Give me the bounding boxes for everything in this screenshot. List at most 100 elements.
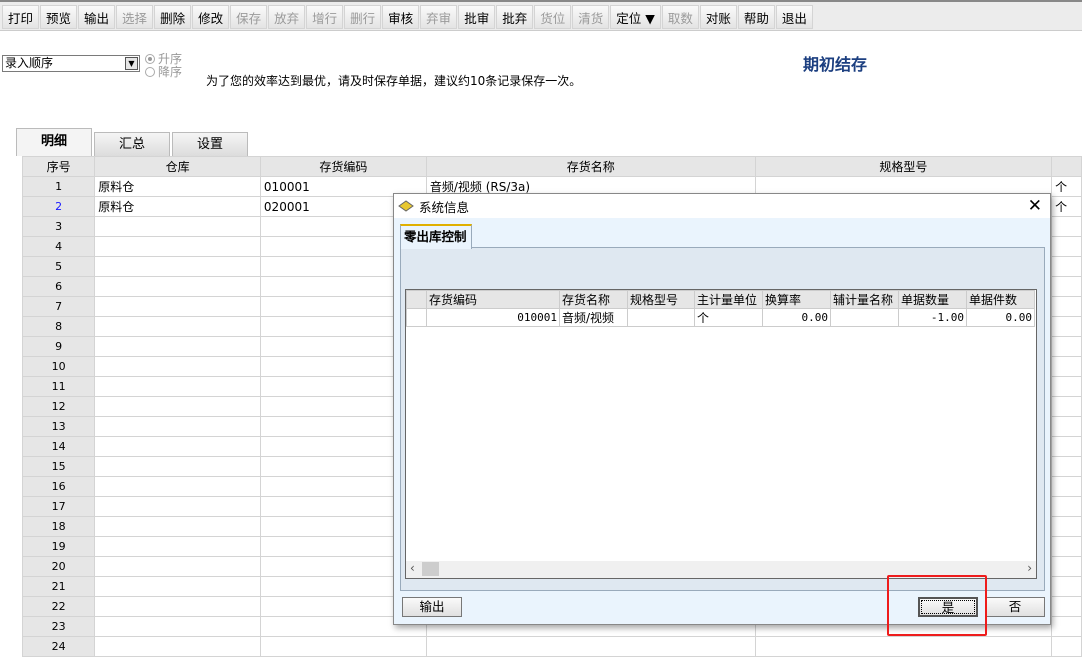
table-row[interactable]: 24 — [21, 636, 1082, 657]
column-header[interactable]: 单据数量 — [898, 290, 967, 309]
table-cell[interactable] — [1051, 256, 1082, 277]
table-cell[interactable] — [94, 536, 261, 557]
table-cell[interactable] — [754, 636, 1053, 657]
toolbar-button[interactable]: 定位 ▼ — [610, 5, 661, 29]
table-cell[interactable] — [94, 376, 261, 397]
table-cell[interactable] — [1051, 336, 1082, 357]
table-cell[interactable] — [94, 216, 261, 237]
table-cell[interactable] — [1051, 416, 1082, 437]
table-cell[interactable] — [94, 476, 261, 497]
table-cell[interactable] — [94, 516, 261, 537]
column-header[interactable]: 存货名称 — [425, 156, 756, 177]
tab-summary[interactable]: 汇总 — [94, 132, 170, 156]
table-cell[interactable] — [1051, 516, 1082, 537]
table-cell[interactable] — [1051, 376, 1082, 397]
table-cell[interactable] — [94, 556, 261, 577]
chevron-left-icon[interactable]: ‹ — [410, 561, 415, 575]
column-header[interactable]: 换算率 — [762, 290, 831, 309]
table-cell[interactable] — [1051, 356, 1082, 377]
table-cell[interactable] — [94, 276, 261, 297]
table-cell[interactable] — [94, 336, 261, 357]
table-cell[interactable] — [94, 356, 261, 377]
table-cell[interactable] — [94, 316, 261, 337]
table-cell[interactable] — [94, 436, 261, 457]
toolbar-button[interactable]: 批审 — [458, 5, 496, 29]
chevron-down-icon[interactable]: ▼ — [125, 57, 138, 70]
no-button[interactable]: 否 — [985, 597, 1045, 617]
toolbar-button[interactable]: 帮助 — [737, 5, 775, 29]
toolbar-button[interactable]: 取数 — [661, 5, 699, 29]
column-header[interactable] — [1051, 156, 1082, 177]
table-cell[interactable]: 原料仓 — [94, 176, 261, 197]
column-header[interactable]: 序号 — [21, 156, 96, 177]
table-cell[interactable] — [259, 636, 427, 657]
table-cell[interactable] — [94, 616, 261, 637]
table-cell[interactable] — [1051, 496, 1082, 517]
table-cell[interactable]: 个 — [1051, 196, 1082, 217]
table-cell[interactable] — [1051, 596, 1082, 617]
table-cell[interactable] — [94, 396, 261, 417]
column-header[interactable]: 存货编码 — [259, 156, 427, 177]
table-cell[interactable] — [94, 236, 261, 257]
toolbar-button[interactable]: 选择 — [116, 5, 154, 29]
toolbar-button[interactable]: 删除 — [154, 5, 192, 29]
toolbar-button[interactable]: 输出 — [78, 5, 116, 29]
toolbar-button[interactable]: 删行 — [344, 5, 382, 29]
column-header[interactable]: 仓库 — [94, 156, 261, 177]
table-cell[interactable] — [1051, 276, 1082, 297]
table-cell[interactable] — [94, 296, 261, 317]
table-cell[interactable] — [94, 596, 261, 617]
scrollbar-thumb[interactable] — [422, 562, 439, 576]
table-cell[interactable] — [1051, 556, 1082, 577]
toolbar-button[interactable]: 预览 — [40, 5, 78, 29]
toolbar-button[interactable]: 弃审 — [420, 5, 458, 29]
column-header[interactable]: 辅计量名称 — [830, 290, 899, 309]
column-header[interactable]: 规格型号 — [754, 156, 1053, 177]
table-cell[interactable] — [1051, 536, 1082, 557]
tab-settings[interactable]: 设置 — [172, 132, 248, 156]
export-button[interactable]: 输出 — [402, 597, 462, 617]
toolbar-button[interactable]: 放弃 — [268, 5, 306, 29]
toolbar-button[interactable]: 保存 — [230, 5, 268, 29]
table-cell[interactable] — [1051, 456, 1082, 477]
column-header[interactable]: 单据件数 — [966, 290, 1035, 309]
column-header[interactable]: 规格型号 — [627, 290, 695, 309]
sort-desc-radio[interactable]: 降序 — [145, 63, 182, 80]
table-cell[interactable]: 个 — [1051, 176, 1082, 197]
toolbar-button[interactable]: 打印 — [2, 5, 40, 29]
table-cell[interactable] — [1051, 576, 1082, 597]
table-row[interactable]: 010001 音频/视频个 0.00 -1.00 0.00 — [406, 308, 1035, 327]
table-cell[interactable] — [425, 636, 756, 657]
tab-detail[interactable]: 明细 — [16, 128, 92, 156]
chevron-right-icon[interactable]: › — [1027, 561, 1032, 575]
toolbar-button[interactable]: 审核 — [382, 5, 420, 29]
toolbar-button[interactable]: 增行 — [306, 5, 344, 29]
column-header[interactable]: 主计量单位 — [694, 290, 763, 309]
toolbar-button[interactable]: 批弃 — [496, 5, 534, 29]
toolbar-button[interactable]: 清货 — [572, 5, 610, 29]
table-cell[interactable] — [1051, 616, 1082, 637]
tab-zero-outbound-control[interactable]: 零出库控制 — [400, 224, 472, 249]
toolbar-button[interactable]: 退出 — [775, 5, 813, 29]
table-cell[interactable] — [94, 416, 261, 437]
table-cell[interactable] — [94, 456, 261, 477]
table-cell[interactable] — [1051, 216, 1082, 237]
table-cell[interactable]: 原料仓 — [94, 196, 261, 217]
column-header[interactable]: 存货名称 — [559, 290, 628, 309]
column-header[interactable]: 存货编码 — [426, 290, 560, 309]
table-cell[interactable] — [1051, 396, 1082, 417]
toolbar-button[interactable]: 货位 — [534, 5, 572, 29]
table-cell[interactable] — [1051, 296, 1082, 317]
table-cell[interactable] — [1051, 436, 1082, 457]
toolbar-button[interactable]: 对账 — [699, 5, 737, 29]
table-cell[interactable] — [1051, 636, 1082, 657]
table-cell[interactable] — [94, 576, 261, 597]
close-icon[interactable]: ✕ — [1028, 196, 1042, 216]
table-cell[interactable] — [94, 496, 261, 517]
table-cell[interactable] — [94, 256, 261, 277]
table-cell[interactable] — [1051, 476, 1082, 497]
column-header[interactable] — [406, 290, 427, 309]
table-cell[interactable] — [94, 636, 261, 657]
table-cell[interactable] — [1051, 236, 1082, 257]
toolbar-button[interactable]: 修改 — [192, 5, 230, 29]
